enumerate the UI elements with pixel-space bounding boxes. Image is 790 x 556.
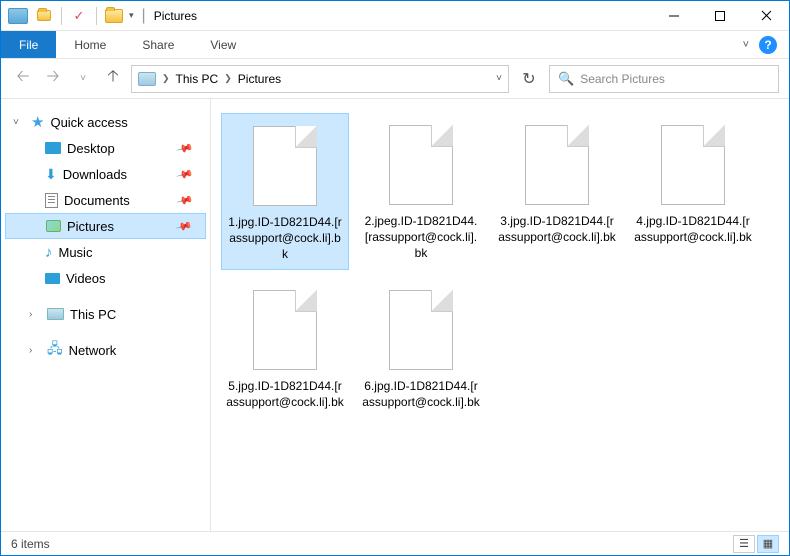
pin-icon: 📌 xyxy=(176,165,194,183)
sidebar-network[interactable]: › 🖧 Network xyxy=(5,337,206,363)
sidebar-item-videos[interactable]: Videos xyxy=(5,265,206,291)
sidebar-item-desktop[interactable]: Desktop 📌 xyxy=(5,135,206,161)
titlebar: ✓ ▾ | Pictures xyxy=(1,1,789,31)
search-icon: 🔍 xyxy=(558,71,574,87)
file-icon xyxy=(381,119,461,209)
file-icon xyxy=(381,284,461,374)
sidebar-item-label: Pictures xyxy=(67,219,114,234)
sidebar-label: Quick access xyxy=(50,115,127,130)
file-name: 2.jpeg.ID-1D821D44.[rassupport@cock.li].… xyxy=(359,213,483,262)
search-input[interactable]: 🔍 Search Pictures xyxy=(549,65,779,93)
status-text: 6 items xyxy=(11,537,50,551)
file-name: 1.jpg.ID-1D821D44.[rassupport@cock.li].b… xyxy=(224,214,346,263)
app-icon xyxy=(7,6,29,26)
network-icon: 🖧 xyxy=(47,338,63,362)
documents-icon xyxy=(45,193,58,208)
breadcrumb-pictures[interactable]: Pictures xyxy=(238,72,281,86)
star-icon: ★ xyxy=(31,113,44,131)
file-name: 3.jpg.ID-1D821D44.[rassupport@cock.li].b… xyxy=(495,213,619,245)
qat-checkmark-icon[interactable]: ✓ xyxy=(68,6,90,26)
sidebar-quick-access[interactable]: ˅ ★ Quick access xyxy=(5,109,206,135)
sidebar-item-label: Music xyxy=(59,245,93,260)
file-icon xyxy=(245,284,325,374)
pin-icon: 📌 xyxy=(175,217,193,235)
file-item[interactable]: 5.jpg.ID-1D821D44.[rassupport@cock.li].b… xyxy=(221,278,349,416)
minimize-button[interactable] xyxy=(651,1,697,31)
qat-properties-icon[interactable] xyxy=(33,6,55,26)
qat-customize-dropdown-icon[interactable]: ▾ xyxy=(129,10,134,21)
music-icon: ♪ xyxy=(45,244,53,261)
address-row: 🡠 🡢 ˅ 🡡 ❯ This PC ❯ Pictures ˅ ↻ 🔍 Searc… xyxy=(1,59,789,99)
content-pane[interactable]: 1.jpg.ID-1D821D44.[rassupport@cock.li].b… xyxy=(211,99,789,531)
pin-icon: 📌 xyxy=(176,191,194,209)
chevron-right-icon[interactable]: › xyxy=(29,309,41,320)
sidebar-item-label: Downloads xyxy=(63,167,127,182)
sidebar-item-documents[interactable]: Documents 📌 xyxy=(5,187,206,213)
navigation-pane: ˅ ★ Quick access Desktop 📌 ⬇ Downloads 📌… xyxy=(1,99,211,531)
chevron-right-icon[interactable]: › xyxy=(29,345,41,356)
file-icon xyxy=(245,120,325,210)
ribbon-expand-icon[interactable]: ˅ xyxy=(743,39,749,51)
recent-dropdown-icon[interactable]: ˅ xyxy=(71,67,95,91)
location-icon xyxy=(138,72,156,86)
file-item[interactable]: 2.jpeg.ID-1D821D44.[rassupport@cock.li].… xyxy=(357,113,485,270)
file-tab[interactable]: File xyxy=(1,31,56,58)
sidebar-item-label: Videos xyxy=(66,271,106,286)
help-icon[interactable]: ? xyxy=(759,36,777,54)
downloads-icon: ⬇ xyxy=(45,166,57,183)
search-placeholder: Search Pictures xyxy=(580,72,665,86)
desktop-icon xyxy=(45,142,61,154)
qat-separator xyxy=(61,7,62,25)
file-item[interactable]: 6.jpg.ID-1D821D44.[rassupport@cock.li].b… xyxy=(357,278,485,416)
file-icon xyxy=(653,119,733,209)
maximize-button[interactable] xyxy=(697,1,743,31)
view-details-button[interactable]: ☰ xyxy=(733,535,755,553)
sidebar-item-label: Desktop xyxy=(67,141,115,156)
sidebar-item-downloads[interactable]: ⬇ Downloads 📌 xyxy=(5,161,206,187)
sidebar-label: Network xyxy=(69,343,117,358)
refresh-button[interactable]: ↻ xyxy=(515,65,543,93)
chevron-right-icon[interactable]: ❯ xyxy=(224,73,232,84)
up-button[interactable]: 🡡 xyxy=(101,67,125,91)
sidebar-item-pictures[interactable]: Pictures 📌 xyxy=(5,213,206,239)
sidebar-item-music[interactable]: ♪ Music xyxy=(5,239,206,265)
pictures-icon xyxy=(46,220,61,232)
tab-share[interactable]: Share xyxy=(124,31,192,58)
breadcrumb-this-pc[interactable]: This PC xyxy=(176,72,219,86)
folder-icon xyxy=(103,6,125,26)
qat-separator xyxy=(96,7,97,25)
address-bar[interactable]: ❯ This PC ❯ Pictures ˅ xyxy=(131,65,509,93)
file-icon xyxy=(517,119,597,209)
file-item[interactable]: 4.jpg.ID-1D821D44.[rassupport@cock.li].b… xyxy=(629,113,757,270)
file-name: 4.jpg.ID-1D821D44.[rassupport@cock.li].b… xyxy=(631,213,755,245)
file-name: 6.jpg.ID-1D821D44.[rassupport@cock.li].b… xyxy=(359,378,483,410)
sidebar-this-pc[interactable]: › This PC xyxy=(5,301,206,327)
title-separator: | xyxy=(142,7,146,25)
pin-icon: 📌 xyxy=(176,139,194,157)
sidebar-label: This PC xyxy=(70,307,116,322)
forward-button[interactable]: 🡢 xyxy=(41,67,65,91)
tab-view[interactable]: View xyxy=(192,31,254,58)
file-item[interactable]: 3.jpg.ID-1D821D44.[rassupport@cock.li].b… xyxy=(493,113,621,270)
back-button[interactable]: 🡠 xyxy=(11,67,35,91)
sidebar-item-label: Documents xyxy=(64,193,130,208)
tab-home[interactable]: Home xyxy=(56,31,124,58)
view-large-icons-button[interactable]: ▦ xyxy=(757,535,779,553)
ribbon-tabs: File Home Share View ˅ ? xyxy=(1,31,789,59)
window-title: Pictures xyxy=(154,9,197,23)
videos-icon xyxy=(45,273,60,284)
status-bar: 6 items ☰ ▦ xyxy=(1,531,789,555)
file-name: 5.jpg.ID-1D821D44.[rassupport@cock.li].b… xyxy=(223,378,347,410)
close-button[interactable] xyxy=(743,1,789,31)
address-dropdown-icon[interactable]: ˅ xyxy=(496,73,502,84)
file-item[interactable]: 1.jpg.ID-1D821D44.[rassupport@cock.li].b… xyxy=(221,113,349,270)
pc-icon xyxy=(47,308,64,320)
chevron-down-icon[interactable]: ˅ xyxy=(13,117,25,128)
chevron-right-icon[interactable]: ❯ xyxy=(162,73,170,84)
